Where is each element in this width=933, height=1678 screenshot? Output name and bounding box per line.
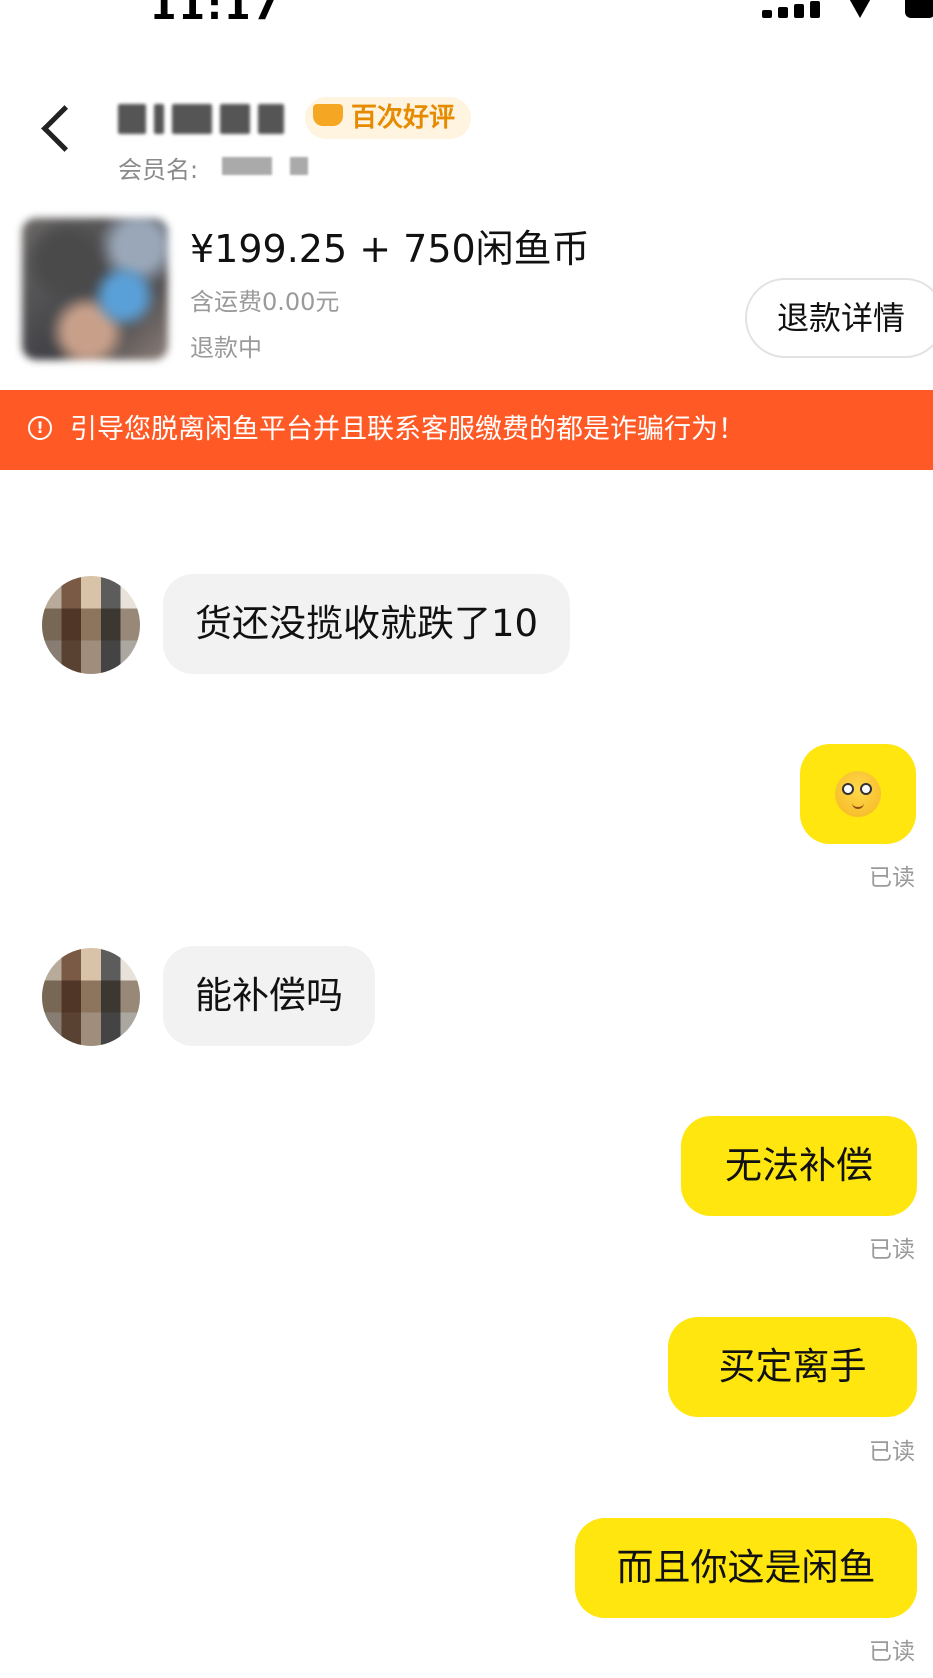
message-bubble-incoming: 能补偿吗 <box>163 946 375 1046</box>
flushed-face-emoji <box>835 771 881 817</box>
read-receipt: 已读 <box>869 865 915 891</box>
badge-icon <box>313 104 343 126</box>
refund-status: 退款中 <box>190 334 262 362</box>
product-thumbnail[interactable] <box>22 218 168 360</box>
wifi-icon <box>842 0 878 18</box>
message-bubble-outgoing: 而且你这是闲鱼 <box>575 1518 917 1618</box>
read-receipt: 已读 <box>869 1237 915 1263</box>
contact-avatar[interactable] <box>42 576 140 674</box>
back-icon[interactable] <box>41 105 88 152</box>
message-bubble-outgoing: 无法补偿 <box>681 1116 917 1216</box>
product-price: ¥199.25 + 750闲鱼币 <box>190 227 590 271</box>
seller-name-redacted <box>118 100 294 138</box>
warning-icon: ! <box>28 416 52 440</box>
rating-badge: 百次好评 <box>305 97 472 139</box>
message-bubble-outgoing <box>800 744 916 844</box>
status-time: 11:17 <box>150 0 281 28</box>
badge-text: 百次好评 <box>351 103 456 133</box>
fraud-warning-banner: ! 引导您脱离闲鱼平台并且联系客服缴费的都是诈骗行为！ <box>0 390 933 470</box>
read-receipt: 已读 <box>869 1639 915 1665</box>
signal-icon <box>762 0 820 20</box>
battery-icon <box>905 0 933 18</box>
member-name-redacted <box>222 157 312 175</box>
contact-avatar[interactable] <box>42 948 140 1046</box>
message-bubble-outgoing: 买定离手 <box>668 1317 917 1417</box>
warning-text: 引导您脱离闲鱼平台并且联系客服缴费的都是诈骗行为！ <box>70 414 745 445</box>
shipping-info: 含运费0.00元 <box>190 288 340 316</box>
refund-details-button[interactable]: 退款详情 <box>745 278 933 358</box>
status-bar: 11:17 <box>0 0 933 40</box>
read-receipt: 已读 <box>869 1439 915 1465</box>
member-name-label: 会员名: <box>118 156 199 184</box>
message-bubble-incoming: 货还没揽收就跌了10 <box>163 574 571 674</box>
